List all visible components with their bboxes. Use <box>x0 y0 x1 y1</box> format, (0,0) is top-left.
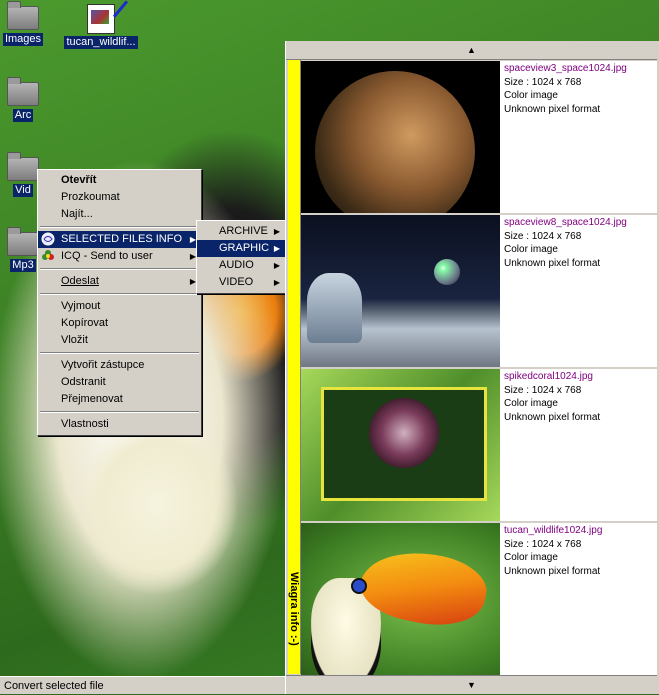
triangle-right-icon: ▶ <box>273 227 280 236</box>
folder-icon <box>7 1 39 30</box>
submenu-item-graphic[interactable]: GRAPHIC ▶ <box>197 240 285 257</box>
submenu-item-label: AUDIO <box>219 259 254 271</box>
menu-item-label: Přejmenovat <box>61 393 123 405</box>
triangle-right-icon: ▶ <box>273 244 280 253</box>
menu-item-open[interactable]: Otevřít <box>38 172 201 189</box>
triangle-right-icon: ▶ <box>273 261 280 270</box>
menu-item-create-shortcut[interactable]: Vytvořit zástupce <box>38 357 201 374</box>
menu-item-label: Odeslat <box>61 275 99 287</box>
triangle-up-icon: ▲ <box>467 45 476 55</box>
preview-entry[interactable]: spaceview8_space1024.jpg Size : 1024 x 7… <box>301 215 657 369</box>
file-color-type: Color image <box>504 398 558 409</box>
triangle-down-icon: ▼ <box>467 680 476 690</box>
menu-item-label: Kopírovat <box>61 317 109 329</box>
menu-separator <box>40 268 199 270</box>
file-info: spikedcoral1024.jpg Size : 1024 x 768 Co… <box>504 370 600 424</box>
desktop-icon-tucan[interactable]: tucan_wildlif... <box>64 0 138 49</box>
menu-item-label: Odstranit <box>61 376 106 388</box>
image-preview-panel: ▲ Wiagra info :-) spaceview3_space1024.j… <box>285 41 659 694</box>
menu-item-label: Prozkoumat <box>61 191 120 203</box>
scroll-up-button[interactable]: ▲ <box>286 41 657 60</box>
file-pixel-format: Unknown pixel format <box>504 411 601 423</box>
menu-item-paste[interactable]: Vložit <box>38 332 201 349</box>
preview-list: spaceview3_space1024.jpg Size : 1024 x 7… <box>301 61 657 677</box>
menu-separator <box>40 411 199 413</box>
menu-separator <box>40 226 199 228</box>
triangle-right-icon: ▶ <box>273 278 280 287</box>
menu-item-explore[interactable]: Prozkoumat <box>38 189 201 206</box>
file-name: spaceview8_space1024.jpg <box>504 217 627 228</box>
submenu-item-label: GRAPHIC <box>219 242 270 254</box>
file-name: spikedcoral1024.jpg <box>504 371 593 382</box>
menu-item-label: SELECTED FILES INFO <box>61 233 183 245</box>
submenu-file-info: ARCHIVE ▶ GRAPHIC ▶ AUDIO ▶ VIDEO ▶ <box>196 220 286 294</box>
image-file-icon <box>87 0 129 34</box>
submenu-item-video[interactable]: VIDEO ▶ <box>197 274 285 291</box>
icq-flower-icon <box>42 250 54 260</box>
file-name: tucan_wildlife1024.jpg <box>504 525 603 536</box>
desktop-icon-label: tucan_wildlif... <box>64 36 138 49</box>
menu-item-send-to[interactable]: Odeslat ▶ <box>38 273 201 290</box>
desktop-icon-label: Vid <box>13 184 33 197</box>
menu-item-label: Vytvořit zástupce <box>61 359 145 371</box>
folder-icon <box>7 77 39 106</box>
thumbnail-spiked-coral <box>301 369 500 521</box>
menu-item-label: Vyjmout <box>61 300 101 312</box>
menu-item-rename[interactable]: Přejmenovat <box>38 391 201 408</box>
file-name: spaceview3_space1024.jpg <box>504 63 627 74</box>
menu-separator <box>40 352 199 354</box>
status-bar: Convert selected file <box>0 676 285 694</box>
folder-icon <box>7 152 39 181</box>
file-info: spaceview8_space1024.jpg Size : 1024 x 7… <box>504 216 627 270</box>
side-label: Wiagra info :-) <box>288 572 300 646</box>
file-size: Size : 1024 x 768 <box>504 230 582 242</box>
preview-entry[interactable]: spaceview3_space1024.jpg Size : 1024 x 7… <box>301 61 657 215</box>
menu-item-label: Vlastnosti <box>61 418 109 430</box>
menu-item-properties[interactable]: Vlastnosti <box>38 416 201 433</box>
file-color-type: Color image <box>504 552 558 563</box>
side-strip: Wiagra info :-) <box>288 60 301 674</box>
submenu-item-audio[interactable]: AUDIO ▶ <box>197 257 285 274</box>
file-pixel-format: Unknown pixel format <box>504 103 601 115</box>
menu-item-label: ICQ - Send to user <box>61 250 153 262</box>
context-menu: Otevřít Prozkoumat Najít... SELECTED FIL… <box>37 169 202 436</box>
menu-item-icq-send[interactable]: ICQ - Send to user ▶ <box>38 248 201 265</box>
file-size: Size : 1024 x 768 <box>504 76 582 88</box>
menu-item-label: Otevřít <box>61 174 97 186</box>
desktop-icon-label: Images <box>2 33 44 46</box>
preview-entry[interactable]: spikedcoral1024.jpg Size : 1024 x 768 Co… <box>301 369 657 523</box>
thumbnail-planet <box>301 61 500 213</box>
status-text: Convert selected file <box>4 680 104 692</box>
info-globe-icon <box>41 232 55 246</box>
menu-item-label: Vložit <box>61 334 88 346</box>
menu-item-label: Najít... <box>61 208 93 220</box>
file-size: Size : 1024 x 768 <box>504 384 582 396</box>
menu-item-find[interactable]: Najít... <box>38 206 201 223</box>
desktop-icon-label: Mp3 <box>10 259 36 272</box>
file-pixel-format: Unknown pixel format <box>504 257 601 269</box>
thumbnail-moonscape <box>301 215 500 367</box>
menu-item-copy[interactable]: Kopírovat <box>38 315 201 332</box>
file-color-type: Color image <box>504 90 558 101</box>
menu-item-delete[interactable]: Odstranit <box>38 374 201 391</box>
thumbnail-toucan <box>301 523 500 675</box>
submenu-item-label: ARCHIVE <box>219 225 268 237</box>
file-info: spaceview3_space1024.jpg Size : 1024 x 7… <box>504 62 627 116</box>
menu-separator <box>40 293 199 295</box>
desktop-icon-arc[interactable]: Arc <box>0 77 53 122</box>
submenu-item-label: VIDEO <box>219 276 254 288</box>
desktop-icon-images[interactable]: Images <box>0 1 53 46</box>
file-pixel-format: Unknown pixel format <box>504 565 601 577</box>
submenu-item-archive[interactable]: ARCHIVE ▶ <box>197 223 285 240</box>
desktop-icon-label: Arc <box>12 109 34 122</box>
file-info: tucan_wildlife1024.jpg Size : 1024 x 768… <box>504 524 602 578</box>
file-size: Size : 1024 x 768 <box>504 538 582 550</box>
menu-item-cut[interactable]: Vyjmout <box>38 298 201 315</box>
file-color-type: Color image <box>504 244 558 255</box>
menu-item-selected-files-info[interactable]: SELECTED FILES INFO ▶ <box>38 231 201 248</box>
preview-entry[interactable]: tucan_wildlife1024.jpg Size : 1024 x 768… <box>301 523 657 677</box>
folder-icon <box>7 227 39 256</box>
scroll-down-button[interactable]: ▼ <box>286 675 657 694</box>
